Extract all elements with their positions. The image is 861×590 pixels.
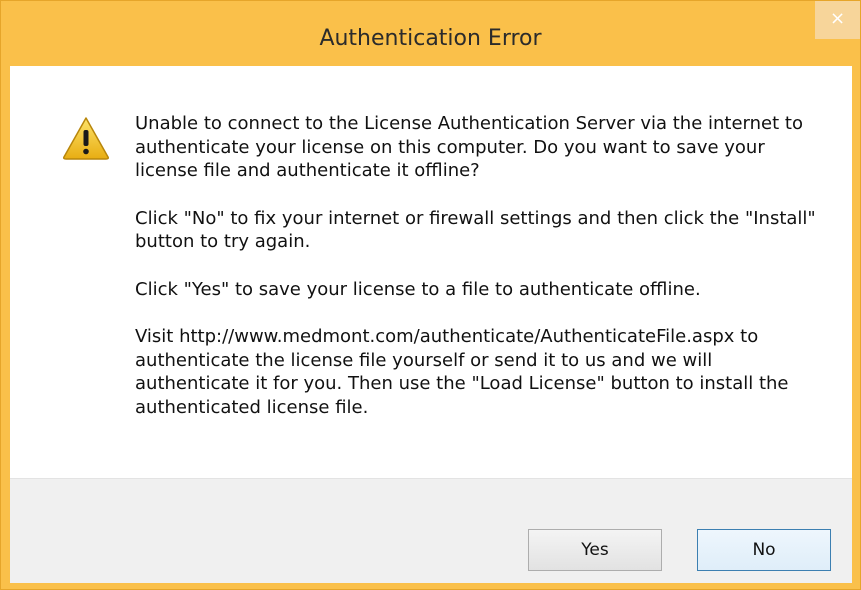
message-paragraph: Visit http://www.medmont.com/authenticat… bbox=[135, 326, 789, 418]
title-bar[interactable]: Authentication Error × bbox=[1, 1, 860, 66]
message-paragraph: Unable to connect to the License Authent… bbox=[135, 113, 803, 181]
dialog-title: Authentication Error bbox=[319, 26, 542, 51]
close-icon: × bbox=[829, 8, 846, 29]
message-area: Unable to connect to the License Authent… bbox=[10, 66, 852, 478]
dialog-window: Authentication Error × Unable to connect… bbox=[0, 0, 861, 590]
dialog-body: Unable to connect to the License Authent… bbox=[10, 66, 852, 583]
message-paragraph: Click "No" to fix your internet or firew… bbox=[135, 207, 816, 253]
yes-button[interactable]: Yes bbox=[528, 529, 662, 571]
warning-icon bbox=[63, 117, 109, 160]
button-bar: Yes No bbox=[10, 478, 852, 583]
message-paragraph: Click "Yes" to save your license to a fi… bbox=[135, 278, 701, 300]
close-button[interactable]: × bbox=[815, 1, 860, 39]
no-button[interactable]: No bbox=[697, 529, 831, 571]
message-text: Unable to connect to the License Authent… bbox=[135, 112, 825, 443]
